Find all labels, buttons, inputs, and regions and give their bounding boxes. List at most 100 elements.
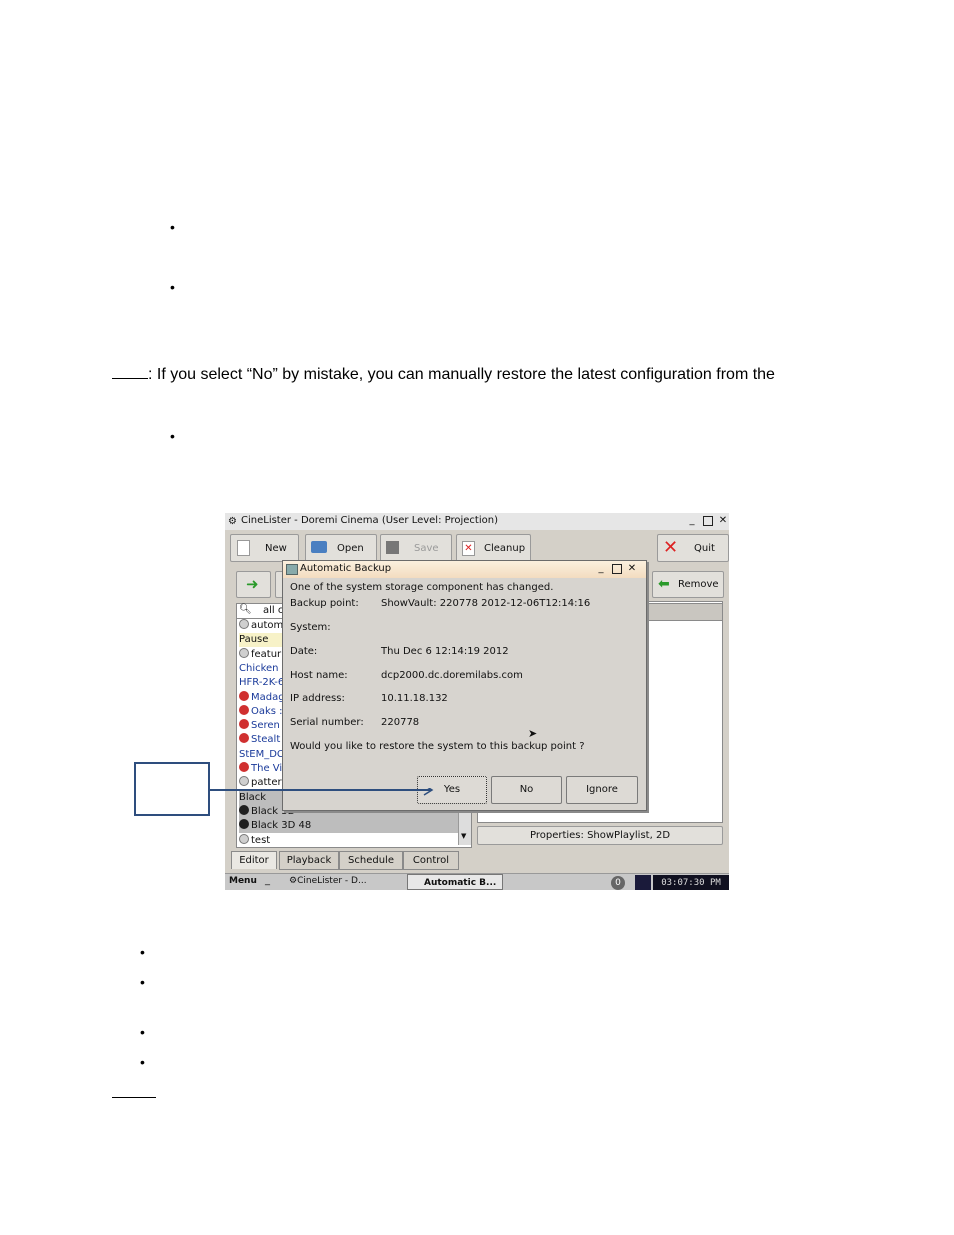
task-cinelister-label: CineLister - D... — [297, 876, 367, 886]
badge-count: 0 — [615, 878, 621, 888]
new-button[interactable]: New — [230, 534, 299, 562]
tab-editor-label: Editor — [239, 855, 269, 866]
folder-icon — [311, 541, 327, 553]
cleanup-button[interactable]: ✕ Cleanup — [456, 534, 531, 562]
dialog-close-icon[interactable]: ✕ — [627, 564, 637, 574]
search-input[interactable]: 🔍︎ all c — [236, 603, 286, 619]
taskbar: Menu _ ⚙CineLister - D... Automatic B...… — [225, 873, 729, 890]
dialog-field-value: 220778 — [381, 717, 420, 728]
ignore-label: Ignore — [586, 784, 618, 795]
red-3d-icon — [239, 704, 249, 715]
yes-label: Yes — [443, 784, 461, 795]
note-text: : If you select “No” by mistake, you can… — [148, 366, 775, 383]
new-document-icon — [237, 540, 250, 556]
maximize-icon[interactable] — [703, 516, 713, 526]
dialog-field-value: ShowVault: 220778 2012-12-06T12:14:16 — [381, 598, 591, 609]
refresh-button[interactable]: ➜ — [236, 571, 271, 598]
list-item-label: HFR-2K-6 — [239, 677, 285, 689]
cleanup-label: Cleanup — [484, 543, 526, 554]
list-item[interactable]: Black 3D 48 — [239, 819, 467, 834]
show-desktop-icon[interactable]: _ — [265, 875, 270, 886]
list-item-label: test — [251, 834, 271, 846]
quit-button[interactable]: ✕ Quit — [657, 534, 729, 562]
list-item[interactable]: test — [239, 833, 467, 848]
list-item-label: Seren — [251, 720, 280, 732]
tab-schedule-label: Schedule — [348, 855, 394, 866]
green-arrow-left-icon: ⬅ — [658, 576, 670, 592]
bullet-6: • — [140, 1024, 145, 1040]
red-3d-icon — [239, 690, 249, 701]
list-item-label: Pause — [239, 634, 269, 646]
remove-button[interactable]: ⬅ Remove — [652, 571, 724, 598]
bullet-5: • — [140, 974, 145, 990]
dialog-field-value: Thu Dec 6 12:14:19 2012 — [381, 646, 509, 657]
close-icon[interactable]: ✕ — [718, 516, 728, 526]
minimize-icon[interactable]: _ — [687, 516, 697, 526]
search-icon: 🔍︎ — [239, 604, 252, 615]
list-item-label: The Vi — [251, 763, 283, 774]
tab-playback-label: Playback — [286, 855, 332, 866]
list-item-label: patter — [251, 777, 282, 789]
properties-button[interactable]: Properties: ShowPlaylist, 2D — [477, 826, 723, 845]
tab-schedule[interactable]: Schedule — [339, 851, 403, 870]
dialog-titlebar: Automatic Backup _ ✕ — [283, 561, 646, 578]
list-item-label: Stealt — [251, 734, 281, 746]
tray-icon — [635, 875, 651, 890]
open-button[interactable]: Open — [305, 534, 377, 562]
dialog-message: One of the system storage component has … — [290, 582, 554, 593]
taskbar-menu-button[interactable]: Menu — [229, 876, 257, 886]
gear-icon — [239, 776, 249, 787]
dialog-maximize-icon[interactable] — [612, 564, 622, 574]
note-paragraph: : If you select “No” by mistake, you can… — [112, 366, 775, 384]
right-pane-header — [645, 603, 723, 621]
no-button[interactable]: No — [491, 776, 562, 804]
tab-playback[interactable]: Playback — [279, 851, 339, 870]
notification-badge[interactable]: 0 — [611, 876, 625, 890]
dialog-title: Automatic Backup — [300, 563, 392, 574]
red-3d-icon — [239, 719, 249, 730]
tab-editor[interactable]: Editor — [231, 851, 277, 869]
dialog-field-value: 10.11.18.132 — [381, 693, 448, 704]
ignore-button[interactable]: Ignore — [566, 776, 638, 804]
cinelister-screenshot: ⚙ CineLister - Doremi Cinema (User Level… — [225, 513, 729, 890]
bullet-3: • — [170, 428, 175, 444]
taskbar-task-automatic-backup[interactable]: Automatic B... — [407, 874, 503, 890]
list-item-label: featur — [251, 648, 282, 660]
bullet-1: • — [170, 219, 175, 235]
gear-icon — [239, 619, 249, 629]
dialog-field-value: dcp2000.dc.doremilabs.com — [381, 670, 523, 681]
mouse-cursor-icon: ➤ — [528, 727, 538, 740]
dialog-field-label: Date: — [290, 646, 318, 657]
red-3d-icon — [239, 762, 249, 772]
bullet-2: • — [170, 279, 175, 295]
taskbar-task-cinelister[interactable]: ⚙CineLister - D... — [289, 876, 367, 886]
properties-label: Properties: ShowPlaylist, 2D — [529, 830, 671, 841]
scroll-down-icon[interactable]: ▼ — [461, 832, 466, 840]
save-disk-icon — [386, 541, 399, 554]
save-button[interactable]: Save — [380, 534, 452, 562]
gear-icon — [239, 833, 249, 844]
new-label: New — [265, 543, 287, 554]
list-item-label: Madag — [251, 691, 285, 703]
tab-control-label: Control — [412, 855, 450, 866]
3d-icon — [239, 804, 249, 815]
remove-label: Remove — [678, 579, 719, 590]
tab-control[interactable]: Control — [403, 851, 459, 870]
callout-arrow — [210, 788, 434, 796]
green-arrow-icon: ➜ — [246, 575, 259, 593]
clock: 03:07:30 PM — [653, 875, 729, 890]
window-title: CineLister - Doremi Cinema (User Level: … — [241, 515, 498, 526]
cleanup-icon: ✕ — [462, 541, 475, 556]
no-label: No — [519, 784, 534, 795]
note-label-underline — [112, 366, 148, 379]
list-item-label: Black 3D 48 — [251, 820, 312, 832]
red-3d-icon — [239, 733, 249, 744]
dialog-field-label: Backup point: — [290, 598, 359, 609]
bullet-4: • — [140, 944, 145, 960]
list-item-label: Chicken l — [239, 662, 285, 674]
bottom-underline — [112, 1097, 156, 1098]
app-gear-icon: ⚙ — [228, 516, 237, 527]
dialog-field-label: System: — [290, 622, 331, 633]
open-label: Open — [337, 543, 364, 554]
dialog-minimize-icon[interactable]: _ — [596, 564, 606, 574]
